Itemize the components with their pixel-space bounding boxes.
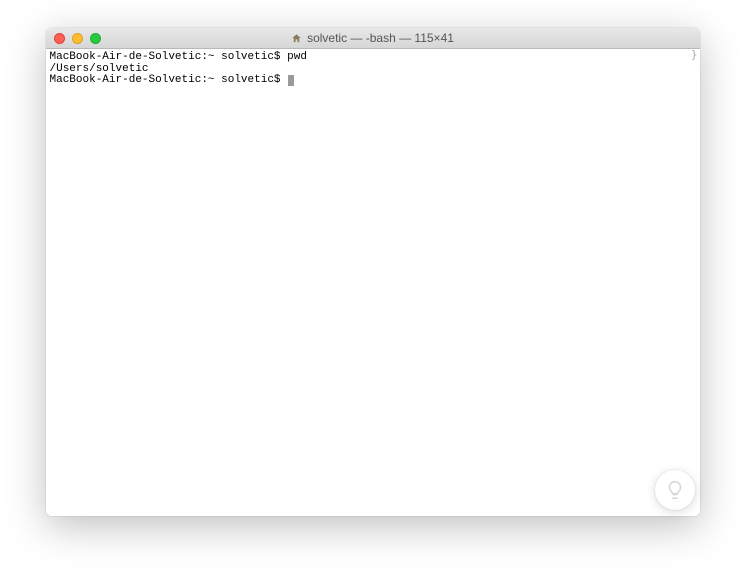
terminal-line: MacBook-Air-de-Solvetic:~ solvetic$ bbox=[50, 75, 696, 87]
prompt: MacBook-Air-de-Solvetic:~ solvetic$ bbox=[50, 74, 288, 86]
home-icon bbox=[291, 33, 302, 44]
maximize-icon[interactable] bbox=[90, 33, 101, 44]
scroll-indicator: } bbox=[691, 49, 698, 61]
cursor bbox=[288, 75, 294, 86]
terminal-body[interactable]: } MacBook-Air-de-Solvetic:~ solvetic$ pwd… bbox=[46, 49, 700, 516]
prompt: MacBook-Air-de-Solvetic:~ solvetic$ bbox=[50, 51, 288, 63]
output-text: /Users/solvetic bbox=[50, 63, 149, 75]
help-bubble-button[interactable] bbox=[655, 470, 695, 510]
titlebar[interactable]: solvetic — -bash — 115×41 bbox=[46, 28, 700, 49]
minimize-icon[interactable] bbox=[72, 33, 83, 44]
window-controls bbox=[46, 33, 101, 44]
lightbulb-icon bbox=[664, 479, 686, 501]
command-text: pwd bbox=[287, 51, 307, 63]
title-center: solvetic — -bash — 115×41 bbox=[46, 31, 700, 45]
window-title: solvetic — -bash — 115×41 bbox=[307, 31, 454, 45]
close-icon[interactable] bbox=[54, 33, 65, 44]
terminal-window: solvetic — -bash — 115×41 } MacBook-Air-d… bbox=[46, 28, 700, 516]
